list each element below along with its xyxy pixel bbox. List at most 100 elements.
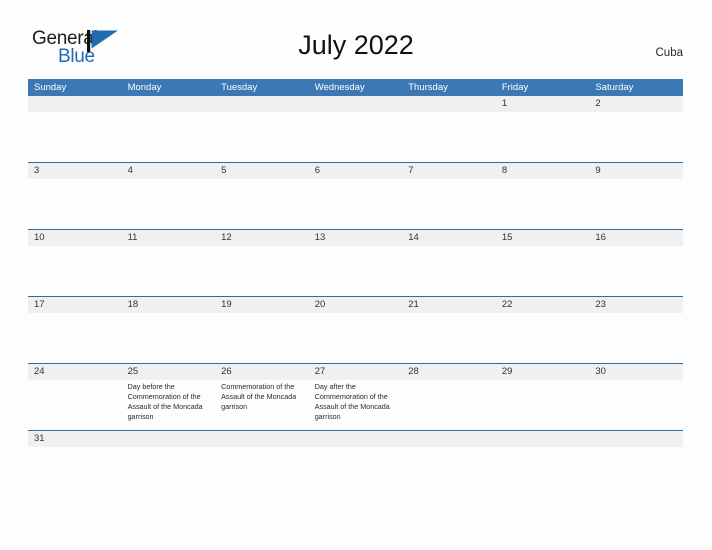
- day-cell[interactable]: [589, 246, 683, 296]
- day-number[interactable]: [122, 431, 216, 447]
- event-text: Day after the Commemoration of the Assau…: [314, 382, 390, 421]
- calendar-grid: Sunday Monday Tuesday Wednesday Thursday…: [28, 79, 683, 447]
- day-cell[interactable]: [28, 246, 122, 296]
- week-event-band: [28, 112, 683, 162]
- day-cell[interactable]: [402, 246, 496, 296]
- day-number[interactable]: 25: [122, 364, 216, 380]
- day-number[interactable]: 2: [589, 96, 683, 112]
- day-cell[interactable]: [28, 380, 122, 430]
- day-cell[interactable]: [402, 112, 496, 162]
- day-cell[interactable]: [402, 380, 496, 430]
- day-cell[interactable]: [28, 179, 122, 229]
- day-cell[interactable]: [402, 313, 496, 363]
- day-number[interactable]: 22: [496, 297, 590, 313]
- week-row: 10 11 12 13 14 15 16: [28, 229, 683, 296]
- week-event-band: Day before the Commemoration of the Assa…: [28, 380, 683, 430]
- day-number[interactable]: 1: [496, 96, 590, 112]
- week-event-band: [28, 246, 683, 296]
- day-cell[interactable]: [589, 313, 683, 363]
- day-cell[interactable]: [589, 112, 683, 162]
- day-number[interactable]: 27: [309, 364, 403, 380]
- day-number[interactable]: 23: [589, 297, 683, 313]
- day-cell[interactable]: Day before the Commemoration of the Assa…: [122, 380, 216, 430]
- week-date-band: 17 18 19 20 21 22 23: [28, 297, 683, 313]
- day-number[interactable]: 4: [122, 163, 216, 179]
- day-number[interactable]: [215, 431, 309, 447]
- weekday-monday: Monday: [127, 82, 162, 93]
- day-cell[interactable]: [309, 112, 403, 162]
- day-number[interactable]: [402, 431, 496, 447]
- day-cell[interactable]: [496, 246, 590, 296]
- day-number[interactable]: [215, 96, 309, 112]
- day-number[interactable]: 12: [215, 230, 309, 246]
- day-cell[interactable]: [122, 112, 216, 162]
- day-cell[interactable]: [496, 380, 590, 430]
- day-cell[interactable]: [589, 380, 683, 430]
- page-header: General Blue July 2022 Cuba: [0, 0, 712, 76]
- day-number[interactable]: 11: [122, 230, 216, 246]
- day-cell[interactable]: [496, 112, 590, 162]
- day-number[interactable]: [309, 431, 403, 447]
- day-number[interactable]: [402, 96, 496, 112]
- day-cell[interactable]: [122, 313, 216, 363]
- event-text: Day before the Commemoration of the Assa…: [127, 382, 203, 421]
- day-number[interactable]: 19: [215, 297, 309, 313]
- day-number[interactable]: 8: [496, 163, 590, 179]
- week-row: 24 25 26 27 28 29 30 Day before the Comm…: [28, 363, 683, 430]
- day-cell[interactable]: [215, 112, 309, 162]
- week-row: 1 2: [28, 96, 683, 162]
- day-number[interactable]: 16: [589, 230, 683, 246]
- week-date-band: 1 2: [28, 96, 683, 112]
- day-number[interactable]: 15: [496, 230, 590, 246]
- day-cell[interactable]: Commemoration of the Assault of the Monc…: [215, 380, 309, 430]
- day-number[interactable]: 17: [28, 297, 122, 313]
- country-label: Cuba: [655, 47, 684, 59]
- day-number[interactable]: [496, 431, 590, 447]
- day-number[interactable]: 13: [309, 230, 403, 246]
- day-cell[interactable]: [215, 313, 309, 363]
- day-cell[interactable]: Day after the Commemoration of the Assau…: [309, 380, 403, 430]
- day-number[interactable]: 30: [589, 364, 683, 380]
- day-cell[interactable]: [122, 179, 216, 229]
- day-number[interactable]: 9: [589, 163, 683, 179]
- day-number[interactable]: 29: [496, 364, 590, 380]
- day-number[interactable]: 18: [122, 297, 216, 313]
- day-cell[interactable]: [589, 179, 683, 229]
- week-event-band: [28, 179, 683, 229]
- day-cell[interactable]: [309, 246, 403, 296]
- day-number[interactable]: 21: [402, 297, 496, 313]
- day-number[interactable]: 5: [215, 163, 309, 179]
- weekday-sunday: Sunday: [34, 82, 67, 93]
- day-cell[interactable]: [402, 179, 496, 229]
- day-number[interactable]: 6: [309, 163, 403, 179]
- weekday-thursday: Thursday: [408, 82, 448, 93]
- day-cell[interactable]: [309, 313, 403, 363]
- day-number[interactable]: 24: [28, 364, 122, 380]
- day-cell[interactable]: [215, 179, 309, 229]
- day-cell[interactable]: [496, 179, 590, 229]
- day-cell[interactable]: [309, 179, 403, 229]
- day-cell[interactable]: [215, 246, 309, 296]
- day-number[interactable]: 28: [402, 364, 496, 380]
- day-number[interactable]: 3: [28, 163, 122, 179]
- day-number[interactable]: 26: [215, 364, 309, 380]
- day-cell[interactable]: [122, 246, 216, 296]
- day-number[interactable]: 20: [309, 297, 403, 313]
- day-cell[interactable]: [496, 313, 590, 363]
- day-cell[interactable]: [28, 112, 122, 162]
- day-number[interactable]: [309, 96, 403, 112]
- day-number[interactable]: [28, 96, 122, 112]
- day-cell[interactable]: [28, 313, 122, 363]
- calendar-page: General Blue July 2022 Cuba Sunday Monda…: [0, 0, 712, 550]
- day-number[interactable]: 31: [28, 431, 122, 447]
- day-number[interactable]: 10: [28, 230, 122, 246]
- week-row: 17 18 19 20 21 22 23: [28, 296, 683, 363]
- week-date-band: 31: [28, 431, 683, 447]
- week-date-band: 10 11 12 13 14 15 16: [28, 230, 683, 246]
- day-number[interactable]: [589, 431, 683, 447]
- day-number[interactable]: [122, 96, 216, 112]
- day-number[interactable]: 14: [402, 230, 496, 246]
- weekday-friday: Friday: [501, 82, 529, 93]
- week-date-band: 3 4 5 6 7 8 9: [28, 163, 683, 179]
- day-number[interactable]: 7: [402, 163, 496, 179]
